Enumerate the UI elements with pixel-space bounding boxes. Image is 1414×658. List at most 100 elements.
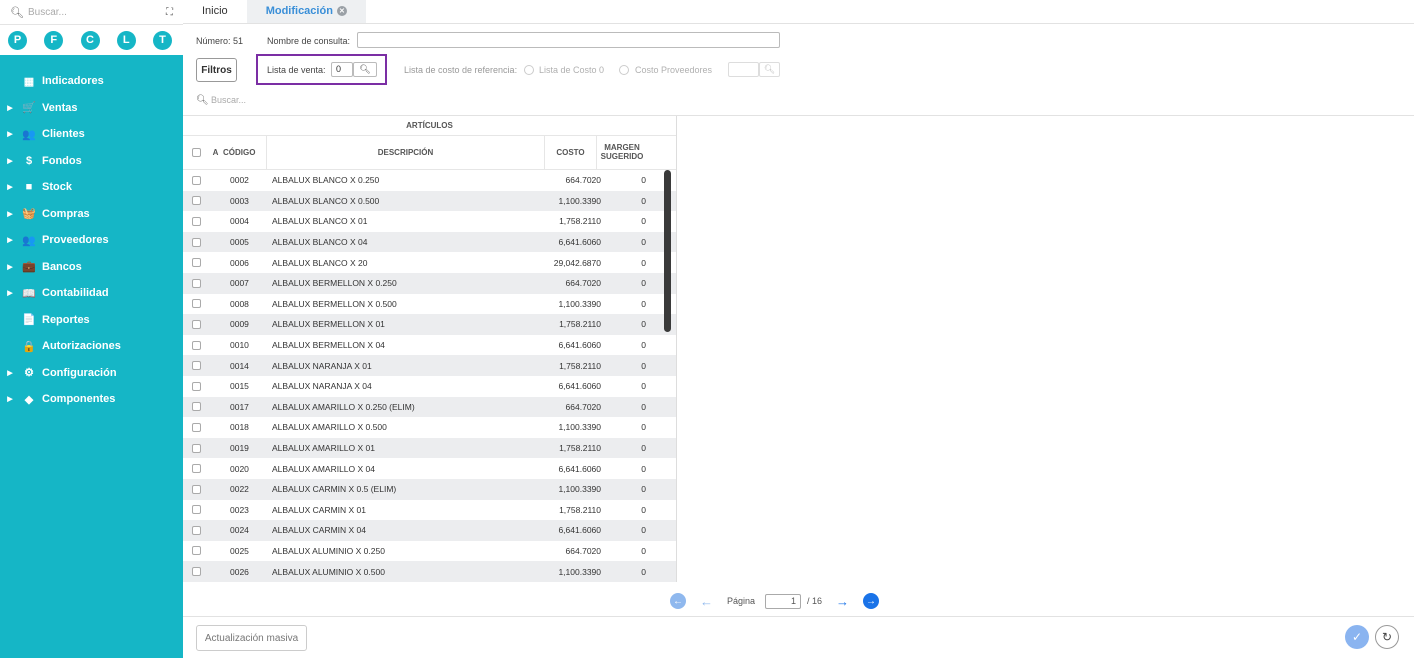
table-row[interactable]: 0007 ALBALUX BERMELLON X 0.250 664.7020 0: [183, 272, 676, 294]
confirm-check-icon[interactable]: ✓: [1345, 625, 1369, 649]
close-icon[interactable]: ✕: [336, 6, 347, 16]
cell-margen[interactable]: 0: [601, 464, 656, 474]
table-row[interactable]: 0020 ALBALUX AMARILLO X 04 6,641.6060 0: [183, 458, 676, 479]
table-row[interactable]: 0023 ALBALUX CARMIN X 01 1,758.2110 0: [183, 500, 676, 521]
col-header-codigo[interactable]: CÓDIGO: [221, 135, 267, 170]
table-row[interactable]: 0015 ALBALUX NARANJA X 04 6,641.6060 0: [183, 376, 676, 397]
cell-margen[interactable]: 0: [601, 340, 656, 350]
tab-inicio[interactable]: Inicio: [183, 0, 247, 23]
sidebar-item-stock[interactable]: ▶ ■ Stock: [0, 174, 183, 201]
sidebar-item-clientes[interactable]: ▶ 👥 Clientes: [0, 121, 183, 148]
cell-margen[interactable]: 0: [601, 484, 656, 494]
shortcut-c[interactable]: C: [80, 30, 100, 50]
table-search-input[interactable]: Buscar...: [211, 95, 246, 105]
row-checkbox[interactable]: [192, 196, 201, 206]
sidebar-item-indicadores[interactable]: ▦ Indicadores: [0, 68, 183, 95]
first-page-icon[interactable]: ←: [670, 593, 686, 609]
actualizacion-masiva-button[interactable]: Actualización masiva: [196, 625, 307, 651]
table-row[interactable]: 0022 ALBALUX CARMIN X 0.5 (ELIM) 1,100.339…: [183, 478, 676, 500]
table-row[interactable]: 0017 ALBALUX AMARILLO X 0.250 (ELIM) 664.7…: [183, 396, 676, 418]
cell-margen[interactable]: 0: [601, 175, 656, 185]
row-checkbox[interactable]: [192, 175, 201, 185]
row-checkbox[interactable]: [192, 258, 201, 268]
radio-costo-proveedores[interactable]: [619, 65, 629, 75]
sidebar-item-autorizaciones[interactable]: 🔒 Autorizaciones: [0, 333, 183, 360]
sidebar-item-configuracion[interactable]: ▶ ⚙ Configuración: [0, 360, 183, 387]
cell-margen[interactable]: 0: [601, 237, 656, 247]
row-checkbox[interactable]: [192, 484, 201, 494]
row-checkbox[interactable]: [192, 546, 201, 556]
col-header-costo[interactable]: COSTO: [545, 135, 597, 170]
cell-margen[interactable]: 0: [601, 505, 656, 515]
lista-venta-input[interactable]: 0: [331, 62, 353, 77]
cell-margen[interactable]: 0: [601, 567, 656, 577]
table-row[interactable]: 0018 ALBALUX AMARILLO X 0.500 1,100.3390 0: [183, 417, 676, 438]
shortcut-t[interactable]: T: [153, 30, 172, 50]
table-row[interactable]: 0005 ALBALUX BLANCO X 04 6,641.6060 0: [183, 231, 676, 253]
table-row[interactable]: 0009 ALBALUX BERMELLON X 01 1,758.2110 0: [183, 314, 676, 335]
select-all-checkbox[interactable]: [192, 148, 201, 157]
cell-margen[interactable]: 0: [601, 422, 656, 432]
col-header-margen[interactable]: MARGEN SUGERIDO: [597, 143, 647, 161]
row-checkbox[interactable]: [192, 216, 201, 226]
cell-margen[interactable]: 0: [601, 381, 656, 391]
lista-costo-input[interactable]: [728, 62, 759, 77]
row-checkbox[interactable]: [192, 525, 201, 535]
sidebar-item-reportes[interactable]: 📄 Reportes: [0, 307, 183, 334]
sidebar-search-bar[interactable]: 🔍︎ Buscar... ⛶: [0, 0, 183, 25]
table-row[interactable]: 0014 ALBALUX NARANJA X 01 1,758.2110 0: [183, 355, 676, 376]
table-row[interactable]: 0024 ALBALUX CARMIN X 04 6,641.6060 0: [183, 520, 676, 541]
cell-margen[interactable]: 0: [601, 443, 656, 453]
table-row[interactable]: 0019 ALBALUX AMARILLO X 01 1,758.2110 0: [183, 437, 676, 459]
refresh-icon[interactable]: ↻: [1375, 625, 1399, 649]
table-scrollbar[interactable]: [664, 170, 671, 332]
row-checkbox[interactable]: [192, 402, 201, 412]
radio-lista-costo-0[interactable]: [524, 65, 534, 75]
row-checkbox[interactable]: [192, 278, 201, 288]
table-row[interactable]: 0002 ALBALUX BLANCO X 0.250 664.7020 0: [183, 170, 676, 191]
nombre-consulta-input[interactable]: [357, 32, 780, 48]
tab-modificacion[interactable]: Modificación ✕: [246, 0, 366, 23]
row-checkbox[interactable]: [192, 299, 201, 309]
row-checkbox[interactable]: [192, 464, 201, 474]
table-row[interactable]: 0006 ALBALUX BLANCO X 20 29,042.6870 0: [183, 252, 676, 273]
sidebar-item-fondos[interactable]: ▶ $ Fondos: [0, 148, 183, 175]
cell-margen[interactable]: 0: [601, 196, 656, 206]
sidebar-item-bancos[interactable]: ▶ 💼 Bancos: [0, 254, 183, 281]
row-checkbox[interactable]: [192, 567, 201, 577]
col-header-a[interactable]: A: [210, 148, 221, 157]
cell-margen[interactable]: 0: [601, 546, 656, 556]
row-checkbox[interactable]: [192, 237, 201, 247]
row-checkbox[interactable]: [192, 381, 201, 391]
cell-margen[interactable]: 0: [601, 319, 656, 329]
row-checkbox[interactable]: [192, 319, 201, 329]
expand-icon[interactable]: ⛶: [166, 7, 173, 18]
table-row[interactable]: 0025 ALBALUX ALUMINIO X 0.250 664.7020 0: [183, 541, 676, 562]
table-row[interactable]: 0003 ALBALUX BLANCO X 0.500 1,100.3390 0: [183, 190, 676, 212]
sidebar-item-ventas[interactable]: ▶ 🛒 Ventas: [0, 95, 183, 122]
filtros-button[interactable]: Filtros: [196, 58, 237, 82]
sidebar-item-proveedores[interactable]: ▶ 👥 Proveedores: [0, 227, 183, 254]
sidebar-item-compras[interactable]: ▶ 🧺 Compras: [0, 201, 183, 228]
cell-margen[interactable]: 0: [601, 299, 656, 309]
row-checkbox[interactable]: [192, 443, 201, 453]
row-checkbox[interactable]: [192, 361, 201, 371]
cell-margen[interactable]: 0: [601, 278, 656, 288]
table-row[interactable]: 0008 ALBALUX BERMELLON X 0.500 1,100.3390 0: [183, 294, 676, 315]
sidebar-item-contabilidad[interactable]: ▶ 📖 Contabilidad: [0, 280, 183, 307]
prev-page-icon[interactable]: ←: [700, 594, 713, 609]
table-row[interactable]: 0010 ALBALUX BERMELLON X 04 6,641.6060 0: [183, 335, 676, 356]
shortcut-p[interactable]: P: [8, 30, 27, 50]
sidebar-item-componentes[interactable]: ▶ ◆ Componentes: [0, 386, 183, 413]
next-page-icon[interactable]: →: [836, 594, 849, 609]
page-input[interactable]: 1: [765, 593, 802, 609]
lista-costo-lookup-button[interactable]: 🔍︎: [759, 62, 780, 77]
cell-margen[interactable]: 0: [601, 361, 656, 371]
cell-margen[interactable]: 0: [601, 402, 656, 412]
shortcut-l[interactable]: L: [116, 30, 136, 50]
cell-margen[interactable]: 0: [601, 525, 656, 535]
row-checkbox[interactable]: [192, 422, 201, 432]
lista-venta-lookup-button[interactable]: 🔍︎: [353, 62, 377, 77]
last-page-icon[interactable]: →: [863, 593, 880, 609]
table-row[interactable]: 0004 ALBALUX BLANCO X 01 1,758.2110 0: [183, 211, 676, 232]
